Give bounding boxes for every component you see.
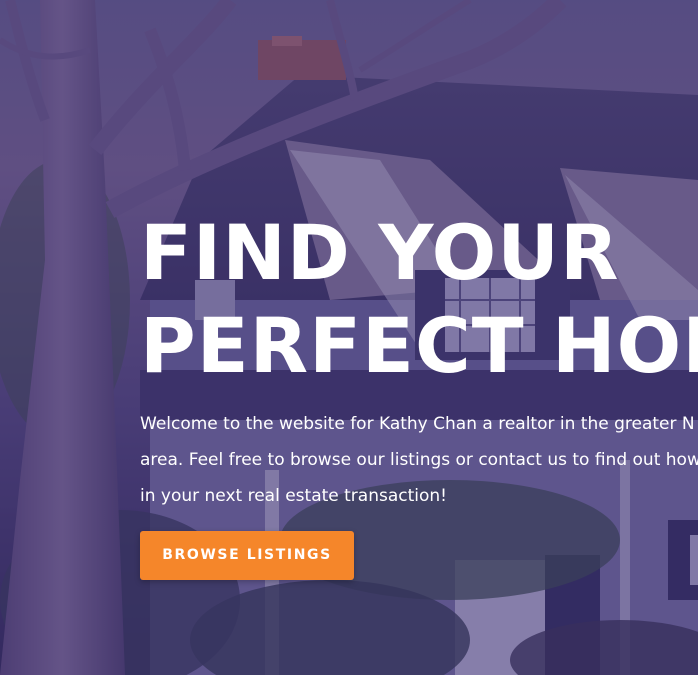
hero-intro-line-1: Welcome to the website for Kathy Chan a … [140,414,695,434]
hero-title: FIND YOUR PERFECT HOME [140,206,698,392]
hero-section: FIND YOUR PERFECT HOME Welcome to the we… [0,0,698,675]
hero-intro-text: Welcome to the website for Kathy Chan a … [140,406,698,514]
hero-title-line-1: FIND YOUR [140,208,620,297]
browse-listings-button[interactable]: BROWSE LISTINGS [140,531,354,580]
hero-title-line-2: PERFECT HOME [140,301,698,390]
hero-intro-line-2: area. Feel free to browse our listings o… [140,450,698,470]
hero-content: FIND YOUR PERFECT HOME Welcome to the we… [140,206,698,580]
hero-intro-line-3: in your next real estate transaction! [140,486,447,506]
